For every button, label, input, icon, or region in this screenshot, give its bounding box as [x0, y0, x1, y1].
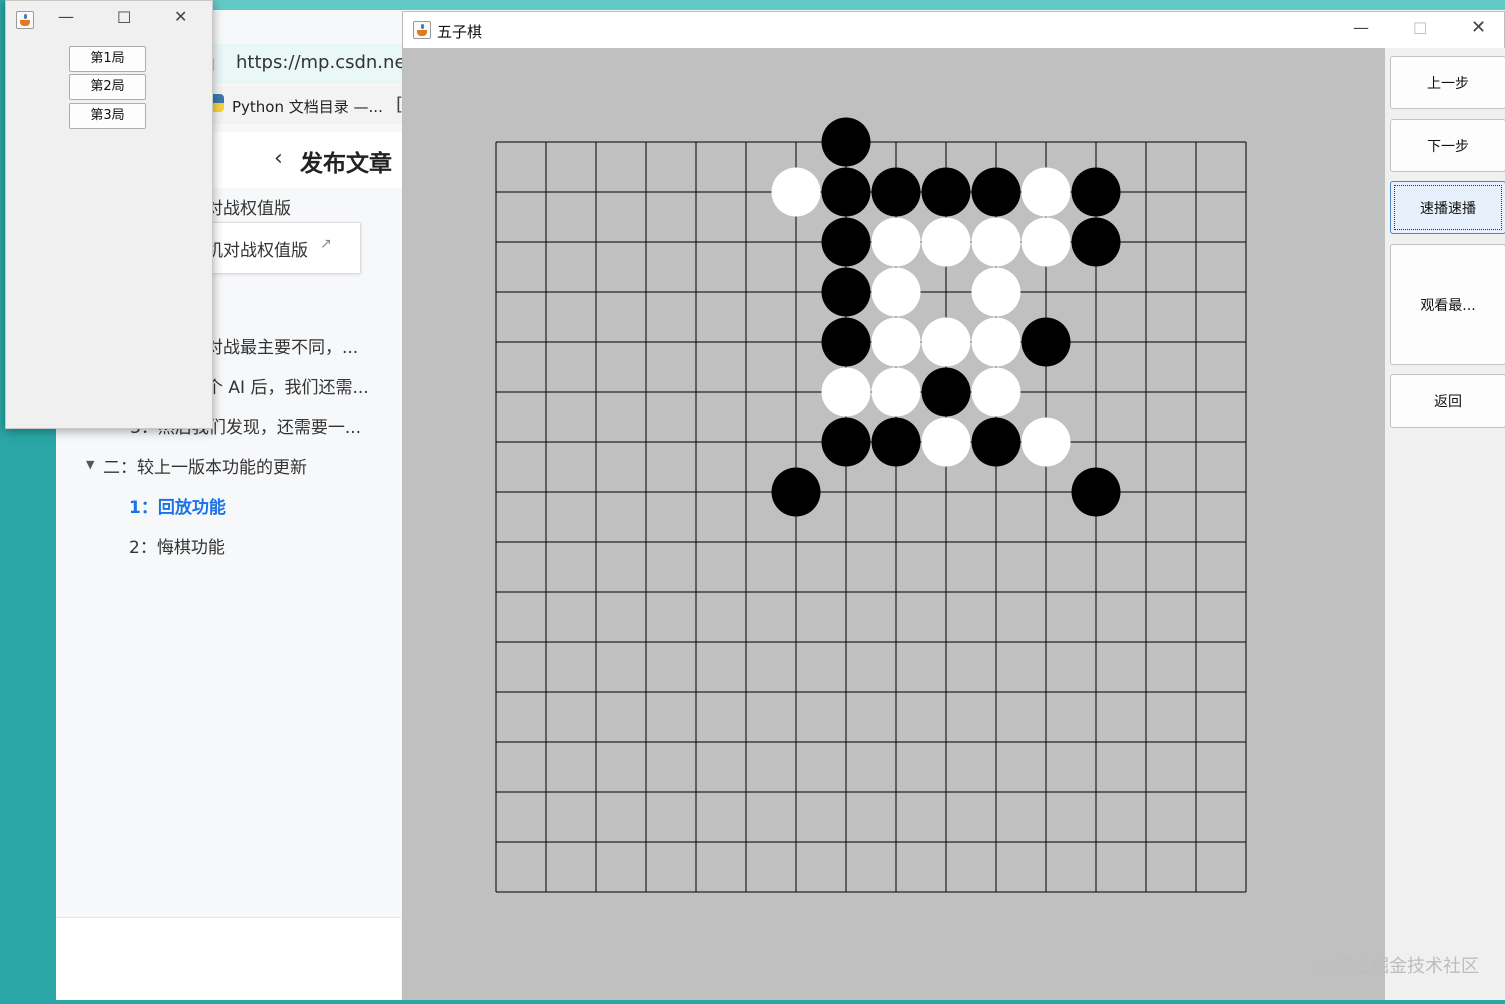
- white-stone: [1021, 417, 1071, 467]
- collapse-caret-icon[interactable]: ▼: [86, 458, 94, 471]
- white-stone: [971, 217, 1021, 267]
- gomoku-board[interactable]: [403, 48, 1385, 1000]
- java-icon: [413, 21, 431, 39]
- white-stone: [971, 367, 1021, 417]
- black-stone: [971, 417, 1021, 467]
- game-3-button[interactable]: 第3局: [69, 103, 146, 129]
- black-stone: [821, 317, 871, 367]
- bookmark-python-docs[interactable]: Python 文档目录 —...: [232, 96, 383, 117]
- white-stone: [971, 317, 1021, 367]
- white-stone: [921, 217, 971, 267]
- window-title: 五子棋: [437, 23, 483, 41]
- fast-play-button[interactable]: 速播速播: [1390, 181, 1505, 234]
- white-stone: [971, 267, 1021, 317]
- black-stone: [1071, 217, 1121, 267]
- game-list-window: — ☐ ✕ 第1局 第2局 第3局: [5, 0, 213, 429]
- game-1-button[interactable]: 第1局: [69, 46, 146, 72]
- article-subtitle: 对战权值版: [206, 199, 291, 219]
- maximize-icon[interactable]: ☐: [117, 8, 131, 27]
- minimize-icon[interactable]: —: [1353, 18, 1369, 37]
- black-stone: [921, 367, 971, 417]
- black-stone: [821, 417, 871, 467]
- browser-top-strip: [56, 0, 1505, 10]
- black-stone: [771, 467, 821, 517]
- black-stone: [821, 267, 871, 317]
- page-title: 发布文章: [300, 151, 392, 177]
- outline-item[interactable]: 个 AI 后，我们还需...: [206, 373, 369, 398]
- game-2-button[interactable]: 第2局: [69, 74, 146, 100]
- black-stone: [1071, 167, 1121, 217]
- white-stone: [871, 367, 921, 417]
- back-arrow-icon[interactable]: ‹: [274, 146, 283, 171]
- prev-step-button[interactable]: 上一步: [1390, 56, 1505, 109]
- title-bar: — ☐ ✕: [6, 1, 212, 39]
- black-stone: [1071, 467, 1121, 517]
- close-icon[interactable]: ✕: [1471, 17, 1486, 38]
- white-stone: [871, 267, 921, 317]
- white-stone: [921, 417, 971, 467]
- black-stone: [871, 167, 921, 217]
- black-stone: [821, 167, 871, 217]
- close-icon[interactable]: ✕: [174, 7, 187, 26]
- black-stone: [871, 417, 921, 467]
- page-footer: [56, 918, 401, 1000]
- back-button[interactable]: 返回: [1390, 374, 1505, 428]
- outline-section-2[interactable]: 二：较上一版本功能的更新: [103, 453, 307, 478]
- white-stone: [921, 317, 971, 367]
- black-stone: [821, 117, 871, 167]
- black-stone: [821, 217, 871, 267]
- minimize-icon[interactable]: —: [58, 7, 74, 26]
- next-step-button[interactable]: 下一步: [1390, 119, 1505, 172]
- external-link-icon[interactable]: ↗: [320, 236, 332, 252]
- gomoku-window: 五子棋 — ☐ ✕ 上一步 下一步 速播速播 观看最... 返回: [402, 11, 1505, 1000]
- white-stone: [821, 367, 871, 417]
- white-stone: [871, 317, 921, 367]
- maximize-icon: ☐: [1413, 19, 1428, 38]
- fast-play-label: 速播速播: [1420, 200, 1476, 217]
- outline-item-active[interactable]: 1：回放功能: [129, 493, 226, 518]
- back-label: 返回: [1434, 394, 1462, 410]
- white-stone: [1021, 167, 1071, 217]
- black-stone: [1021, 317, 1071, 367]
- title-bar: 五子棋 — ☐ ✕: [403, 12, 1504, 48]
- java-icon: [16, 11, 34, 29]
- board-area[interactable]: [403, 48, 1385, 1000]
- outline-item[interactable]: 对战最主要不同，...: [206, 333, 358, 358]
- white-stone: [771, 167, 821, 217]
- black-stone: [921, 167, 971, 217]
- black-stone: [971, 167, 1021, 217]
- watch-button[interactable]: 观看最...: [1390, 244, 1505, 365]
- white-stone: [1021, 217, 1071, 267]
- prev-step-label: 上一步: [1427, 75, 1469, 92]
- control-panel: 上一步 下一步 速播速播 观看最... 返回: [1385, 48, 1505, 1000]
- next-step-label: 下一步: [1427, 138, 1469, 155]
- watermark: @稀土掘金技术社区: [1317, 956, 1479, 977]
- watch-label: 观看最...: [1420, 297, 1476, 314]
- white-stone: [871, 217, 921, 267]
- article-link-text[interactable]: 机对战权值版: [206, 236, 308, 261]
- outline-item[interactable]: 2：悔棋功能: [129, 533, 225, 558]
